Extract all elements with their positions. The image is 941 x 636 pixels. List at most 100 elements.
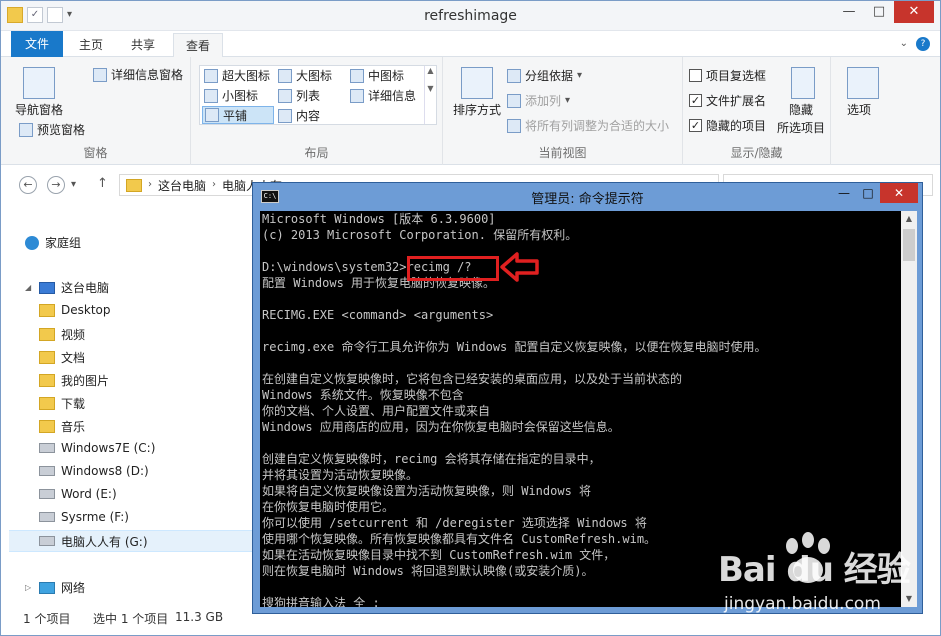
minimize-button[interactable]: — <box>834 1 864 23</box>
file-extensions-checkbox[interactable]: ✓ <box>689 94 702 107</box>
sort-by-icon <box>461 67 493 99</box>
sort-by-button[interactable]: 排序方式 <box>453 101 501 118</box>
layout-small-icons[interactable]: 小图标 <box>204 87 258 104</box>
downloads-icon <box>39 397 55 410</box>
chevron-down-icon: ▾ <box>565 94 571 106</box>
layout-large-icons[interactable]: 大图标 <box>278 67 332 84</box>
help-icon[interactable]: ? <box>916 37 930 51</box>
layout-list[interactable]: 列表 <box>278 87 320 104</box>
item-checkboxes-toggle[interactable]: 项目复选框 <box>689 67 766 84</box>
file-extensions-toggle[interactable]: ✓ 文件扩展名 <box>689 92 766 109</box>
layout-content[interactable]: 内容 <box>278 107 320 124</box>
group-by-button[interactable]: 分组依据 ▾ <box>507 67 582 84</box>
ribbon-group-panes: 导航窗格 预览窗格 详细信息窗格 窗格 <box>1 57 191 165</box>
hide-selected-button[interactable]: 所选项目 <box>777 119 825 136</box>
hidden-items-checkbox[interactable]: ✓ <box>689 119 702 132</box>
tab-view[interactable]: 查看 <box>173 33 224 57</box>
size-all-columns-button[interactable]: 将所有列调整为合适的大小 <box>507 117 669 134</box>
cmd-title: 管理员: 命令提示符 <box>531 192 644 207</box>
item-checkboxes-checkbox[interactable] <box>689 69 702 82</box>
close-button[interactable]: ✕ <box>894 1 934 23</box>
navigation-pane: 家庭组 ◢ 这台电脑 Desktop 视频 文档 我的图片 下载 音乐 Windo… <box>1 206 253 601</box>
cmd-minimize-button[interactable]: — <box>832 183 856 203</box>
drive-icon <box>39 536 55 546</box>
drive-icon <box>39 466 55 476</box>
nav-drive-d[interactable]: Windows8 (D:) <box>39 464 149 478</box>
layout-xlarge-icons[interactable]: 超大图标 <box>204 67 270 84</box>
console-line: 创建自定义恢复映像时，recimg 会将其存储在指定的目录中， <box>262 452 601 466</box>
maximize-button[interactable]: □ <box>864 1 894 23</box>
nav-folder-documents[interactable]: 文档 <box>39 349 85 366</box>
cmd-maximize-button[interactable]: □ <box>856 183 880 203</box>
nav-drive-g[interactable]: 电脑人人有 (G:) <box>9 530 253 552</box>
drive-icon <box>39 489 55 499</box>
baidu-watermark: Bai du 经验 jingyan.baidu.com <box>718 532 928 628</box>
nav-drive-f[interactable]: Sysrme (F:) <box>39 510 129 524</box>
network-icon <box>39 581 55 594</box>
homegroup-icon <box>25 235 39 250</box>
details-icon <box>350 88 364 103</box>
hide-button[interactable]: 隐藏 <box>789 101 813 118</box>
preview-pane-button[interactable]: 预览窗格 <box>19 121 85 138</box>
tab-share[interactable]: 共享 <box>119 33 167 57</box>
options-button[interactable]: 选项 <box>847 101 871 118</box>
pictures-icon <box>39 374 55 387</box>
tab-home[interactable]: 主页 <box>67 33 115 57</box>
nav-folder-desktop[interactable]: Desktop <box>39 303 111 317</box>
hidden-items-toggle[interactable]: ✓ 隐藏的项目 <box>689 117 766 134</box>
group-label-layout: 布局 <box>304 146 329 160</box>
tiles-icon <box>205 108 219 122</box>
nav-this-pc[interactable]: ◢ 这台电脑 <box>25 279 109 296</box>
forward-button[interactable]: → <box>47 176 65 194</box>
hide-selected-icon <box>791 67 815 99</box>
breadcrumb-this-pc[interactable]: 这台电脑 <box>158 177 206 194</box>
layout-medium-icons[interactable]: 中图标 <box>350 67 404 84</box>
layout-gallery-scrollbar[interactable]: ▲ ▼ <box>424 66 436 124</box>
console-line: 你可以使用 /setcurrent 和 /deregister 选项选择 Win… <box>262 516 647 530</box>
documents-icon <box>39 351 55 364</box>
console-line: 如果在活动恢复映像目录中找不到 CustomRefresh.wim 文件， <box>262 548 616 562</box>
back-button[interactable]: ← <box>19 176 37 194</box>
console-line: 在创建自定义恢复映像时，它将包含已经安装的桌面应用，以及处于当前状态的 <box>262 372 683 386</box>
ribbon-tabs: 文件 主页 共享 查看 ⌄ ? <box>1 31 940 57</box>
window-controls: — □ ✕ <box>834 1 934 23</box>
nav-folder-downloads[interactable]: 下载 <box>39 395 85 412</box>
console-line: Windows 应用商店的应用，因为在你恢复电脑时会保留这些信息。 <box>262 420 620 434</box>
layout-details[interactable]: 详细信息 <box>350 87 416 104</box>
console-line: 你的文档、个人设置、用户配置文件或来自 <box>262 404 491 418</box>
group-label-current-view: 当前视图 <box>538 146 587 160</box>
details-pane-button[interactable]: 详细信息窗格 <box>93 66 183 83</box>
up-arrow-icon[interactable]: ↑ <box>97 176 108 191</box>
layout-tiles[interactable]: 平铺 <box>202 106 274 124</box>
nav-network[interactable]: ▷ 网络 <box>25 579 85 596</box>
computer-icon <box>39 281 55 294</box>
group-label-panes: 窗格 <box>83 146 108 160</box>
preview-pane-icon <box>19 122 33 137</box>
scroll-up-icon[interactable]: ▲ <box>901 211 917 227</box>
console-line: 并将其设置为活动恢复映像。 <box>262 468 419 482</box>
navigation-pane-button[interactable]: 导航窗格 <box>15 101 63 118</box>
ribbon-group-current-view: 排序方式 分组依据 ▾ 添加列 ▾ 将所有列调整为合适的大小 当前视图 <box>443 57 683 165</box>
cmd-close-button[interactable]: ✕ <box>880 183 918 203</box>
expand-arrow-icon[interactable]: ▷ <box>25 583 33 592</box>
nav-drive-e[interactable]: Word (E:) <box>39 487 117 501</box>
nav-homegroup[interactable]: 家庭组 <box>25 234 81 251</box>
add-columns-button[interactable]: 添加列 ▾ <box>507 92 570 109</box>
size-columns-icon <box>507 118 521 133</box>
nav-folder-videos[interactable]: 视频 <box>39 326 85 343</box>
tab-file[interactable]: 文件 <box>11 31 64 57</box>
breadcrumb-separator-icon: › <box>212 179 217 190</box>
music-icon <box>39 420 55 433</box>
nav-folder-pictures[interactable]: 我的图片 <box>39 372 109 389</box>
recent-locations-icon[interactable]: ▾ <box>71 178 76 192</box>
console-line: 如果将自定义恢复映像设置为活动恢复映像，则 Windows 将 <box>262 484 592 498</box>
nav-drive-c[interactable]: Windows7E (C:) <box>39 441 155 455</box>
large-icons-icon <box>278 68 292 83</box>
expand-arrow-icon[interactable]: ◢ <box>25 283 33 292</box>
nav-folder-music[interactable]: 音乐 <box>39 418 85 435</box>
chevron-down-icon[interactable]: ⌄ <box>900 37 908 51</box>
window-title: refreshimage <box>424 8 517 24</box>
cmd-window-controls: — □ ✕ <box>832 183 918 203</box>
scroll-thumb[interactable] <box>903 229 915 261</box>
layout-gallery: 超大图标 大图标 中图标 小图标 列表 详细信息 平铺 内容 ▲ ▼ <box>199 65 437 125</box>
